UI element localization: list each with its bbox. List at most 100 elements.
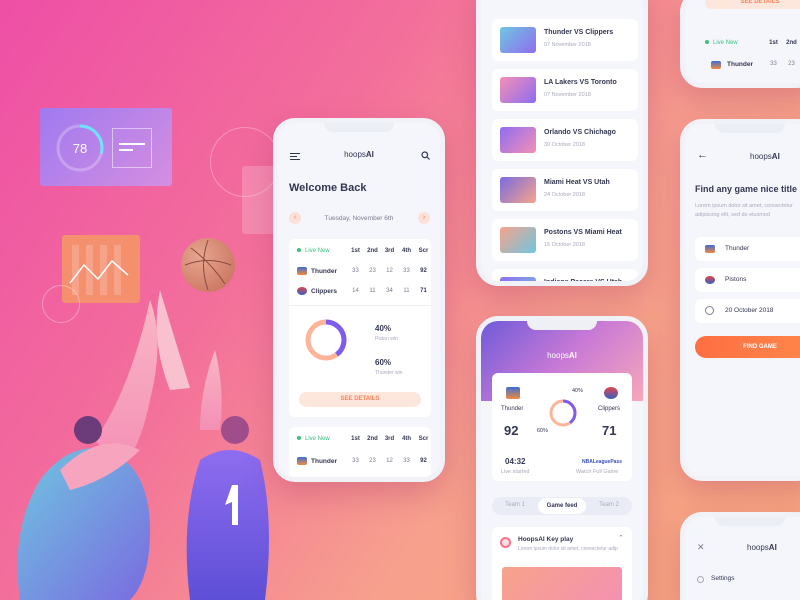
score-cell: 23 (788, 61, 795, 67)
team-field-2[interactable]: Pistons (695, 268, 800, 292)
team-name: Thunder (727, 61, 753, 68)
see-details-button[interactable]: SEE DETAILS (299, 392, 421, 407)
score-cell: 11 (403, 288, 410, 294)
score-cell: 71 (420, 288, 427, 294)
next-date-button[interactable]: › (418, 212, 430, 224)
game-list-item[interactable]: Indiana Pacers VS Utah (492, 269, 638, 281)
see-details-button[interactable]: SEE DETAILS (705, 0, 800, 9)
game-list-item[interactable]: Orlando VS Chichago 30 October 2018 (492, 119, 638, 161)
home-phone: hoopsAI Welcome Back ‹ Tuesday, November… (273, 118, 445, 482)
period-header: 4th (402, 248, 411, 254)
score-cell: 34 (386, 288, 393, 294)
period-header: 3rd (384, 248, 395, 254)
period-header: 2nd (367, 436, 378, 442)
game-title: Miami Heat VS Utah (544, 179, 610, 186)
team-field-1[interactable]: Thunder (695, 237, 800, 261)
search-subtitle: Lorem ipsum dolor sit amet, consectetur … (695, 203, 793, 218)
score-cell: 23 (369, 458, 376, 464)
clippers-logo-icon (297, 287, 307, 295)
game-date: 07 November 2018 (544, 42, 591, 48)
date-label: Tuesday, November 6th (324, 215, 394, 222)
game-date: 24 October 2018 (544, 192, 585, 198)
pistons-logo-icon (705, 276, 715, 284)
search-title: Find any game nice title (695, 184, 798, 194)
period-header: 4th (402, 436, 411, 442)
find-game-button[interactable]: FIND GAME (695, 336, 800, 358)
team-row: Thunder 33 23 12 33 92 (297, 457, 432, 465)
game-list-item[interactable]: Miami Heat VS Utah 24 October 2018 (492, 169, 638, 211)
stat-percent: 60% (375, 358, 392, 367)
tabs-bar: Team 1 Game feed Team 2 (492, 497, 632, 515)
top-right-phone: SEE DETAILS Live New 1st 2nd 3 Thunder 3… (680, 0, 800, 88)
game-thumbnail (500, 177, 536, 203)
win-probability-ring (549, 399, 577, 427)
prev-date-button[interactable]: ‹ (289, 212, 301, 224)
team-row: Clippers 14 11 34 11 71 (297, 287, 432, 295)
feed-text: Lorem ipsum dolor sit amet, consectetur … (518, 546, 618, 552)
app-logo: hoopsAI (344, 150, 374, 159)
score-cell: 14 (352, 288, 359, 294)
score-cell: 33 (352, 458, 359, 464)
game-date: 15 October 2018 (544, 242, 585, 248)
game-title: Postons VS Miami Heat (544, 229, 622, 236)
game-title: LA Lakers VS Toronto (544, 79, 617, 86)
search-icon[interactable] (421, 151, 430, 160)
stat-percent: 40% (375, 324, 392, 333)
score-cell: 33 (352, 268, 359, 274)
period-header: Scr (418, 248, 429, 254)
date-field[interactable]: 20 October 2018 (695, 299, 800, 323)
team-score: 92 (504, 423, 519, 438)
clock-icon (705, 306, 714, 315)
team-name: Clippers (311, 287, 338, 295)
back-arrow-icon[interactable]: ← (697, 149, 708, 161)
period-header: 3rd (384, 436, 395, 442)
game-list-item[interactable]: Postons VS Miami Heat 15 October 2018 (492, 219, 638, 261)
tab-team-1[interactable]: Team 1 (492, 502, 538, 508)
thunder-logo-icon (711, 61, 721, 69)
menu-item-settings[interactable]: Settings (711, 575, 735, 582)
feed-logo-icon (500, 537, 511, 548)
scoreboard-card: Live New 1st 2nd 3 Thunder 33 23 1 (695, 27, 800, 79)
feed-item[interactable]: HoopsAI Key play Lorem ipsum dolor sit a… (492, 527, 632, 600)
team-name: Thunder (311, 457, 337, 465)
tab-team-2[interactable]: Team 2 (586, 502, 632, 508)
scoreboard-card-2[interactable]: Live New 1st 2nd 3rd 4th Scr Thunder 33 … (289, 427, 432, 477)
stat-label: Thunder win (375, 370, 403, 376)
field-value: Thunder (725, 245, 750, 252)
clippers-logo-icon (604, 387, 618, 399)
period-header: 2nd (367, 248, 378, 254)
clock-label: Live started (501, 469, 530, 475)
score-widget-value: 78 (72, 141, 88, 156)
period-header: Scr (418, 436, 429, 442)
scoreboard-card[interactable]: Live New 1st 2nd 3rd 4th Scr Thunder 33 … (289, 239, 431, 417)
players-illustration (17, 290, 269, 600)
score-widget: 78 (40, 108, 172, 186)
close-icon[interactable]: ✕ (697, 542, 705, 553)
widget-panel (112, 128, 152, 168)
game-clock: 04:32 (505, 457, 526, 466)
chevron-up-icon[interactable]: ⌃ (618, 534, 624, 542)
period-header: 1st (351, 248, 360, 254)
score-cell: 92 (420, 458, 427, 464)
watch-full-game-link[interactable]: Watch Full Game (576, 469, 618, 475)
game-thumbnail (500, 127, 536, 153)
background-illustration: 78 (0, 0, 282, 600)
game-title: Thunder VS Clippers (544, 29, 614, 36)
percent-label: 40% (572, 388, 584, 394)
tab-game-feed[interactable]: Game feed (538, 498, 586, 514)
feed-media (502, 567, 622, 600)
match-detail-phone: hoopsAI Thunder 92 40% 60% Clippers 71 0… (476, 316, 648, 600)
game-list-item[interactable]: LA Lakers VS Toronto 07 November 2018 (492, 69, 638, 111)
score-cell: 23 (369, 268, 376, 274)
period-header: 1st (769, 40, 778, 46)
team-score: 71 (602, 423, 617, 438)
score-cell: 11 (369, 288, 376, 294)
feed-title: HoopsAI Key play (518, 536, 574, 543)
game-list-item[interactable]: Thunder VS Clippers 07 November 2018 (492, 19, 638, 61)
game-thumbnail (500, 227, 536, 253)
thunder-logo-icon (705, 245, 715, 253)
app-logo: hoopsAI (547, 351, 577, 360)
thunder-logo-icon (506, 387, 520, 399)
score-cell: 33 (770, 61, 777, 67)
period-header: 1st (351, 436, 360, 442)
